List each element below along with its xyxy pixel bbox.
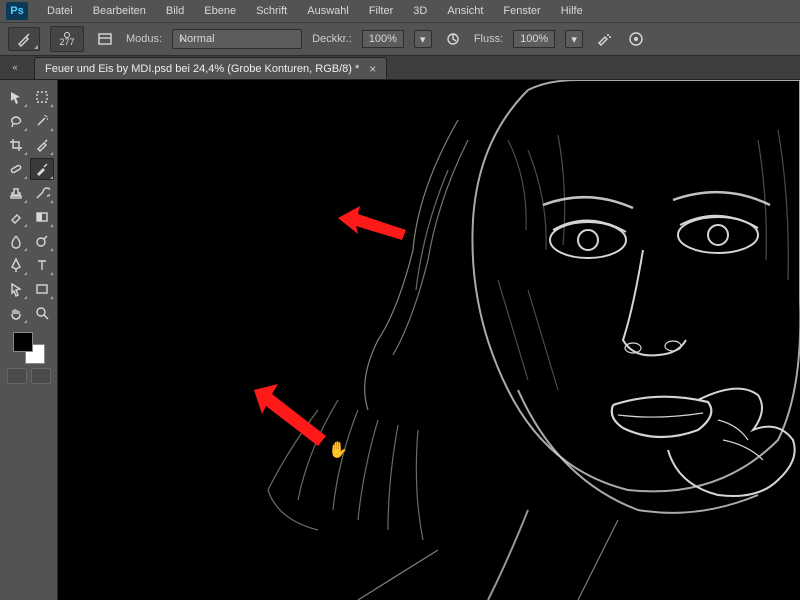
tablet-pressure-icon <box>445 31 461 47</box>
document-tab[interactable]: Feuer und Eis by MDI.psd bei 24,4% (Grob… <box>34 57 387 79</box>
menu-edit[interactable]: Bearbeiten <box>84 2 155 20</box>
menu-file[interactable]: Datei <box>38 2 82 20</box>
brush-icon <box>16 31 32 47</box>
flow-value: 100% <box>520 33 548 45</box>
tool-eraser[interactable] <box>4 206 28 228</box>
menu-view[interactable]: Ansicht <box>438 2 492 20</box>
tool-eyedropper[interactable] <box>30 134 54 156</box>
blend-mode-label: Modus: <box>126 33 162 45</box>
brush-icon <box>34 161 50 177</box>
quick-mask-toggle[interactable] <box>7 368 27 384</box>
wand-icon <box>34 113 50 129</box>
tool-gradient[interactable] <box>30 206 54 228</box>
arrow-cursor-icon <box>8 281 24 297</box>
menu-filter[interactable]: Filter <box>360 2 402 20</box>
tool-move[interactable] <box>4 86 28 108</box>
brush-panel-toggle-button[interactable] <box>94 28 116 50</box>
screen-mode-toggle[interactable] <box>31 368 51 384</box>
menu-image[interactable]: Bild <box>157 2 193 20</box>
menu-type[interactable]: Schrift <box>247 2 296 20</box>
dodge-icon <box>34 233 50 249</box>
crop-icon <box>8 137 24 153</box>
blend-mode-value: Normal <box>179 33 214 45</box>
collapse-panels-button[interactable]: « <box>8 60 22 74</box>
pen-icon <box>8 257 24 273</box>
stamp-icon <box>8 185 24 201</box>
tool-marquee[interactable] <box>30 86 54 108</box>
tool-crop[interactable] <box>4 134 28 156</box>
move-icon <box>8 89 24 105</box>
rectangle-icon <box>34 281 50 297</box>
chevron-down-icon: ▾ <box>179 35 183 44</box>
menu-3d[interactable]: 3D <box>404 2 436 20</box>
history-brush-icon <box>34 185 50 201</box>
tool-clone-stamp[interactable] <box>4 182 28 204</box>
marquee-icon <box>34 89 50 105</box>
tool-pen[interactable] <box>4 254 28 276</box>
opacity-value: 100% <box>369 33 397 45</box>
brush-size-picker[interactable]: 277 <box>50 26 84 52</box>
tool-zoom[interactable] <box>30 302 54 324</box>
document-canvas[interactable]: ✋ <box>58 80 800 600</box>
tool-type[interactable] <box>30 254 54 276</box>
menu-bar: Ps Datei Bearbeiten Bild Ebene Schrift A… <box>0 0 800 22</box>
menu-help[interactable]: Hilfe <box>552 2 592 20</box>
tool-path-select[interactable] <box>4 278 28 300</box>
app-logo-icon: Ps <box>6 2 28 20</box>
tool-magic-wand[interactable] <box>30 110 54 132</box>
airbrush-icon <box>596 31 612 47</box>
tool-spot-heal[interactable] <box>4 158 28 180</box>
chevron-down-icon: ▾ <box>420 33 426 46</box>
flow-label: Fluss: <box>474 33 503 45</box>
close-tab-button[interactable]: × <box>369 62 376 76</box>
foreground-color-swatch[interactable] <box>13 332 33 352</box>
brush-panel-icon <box>97 31 113 47</box>
document-tab-title: Feuer und Eis by MDI.psd bei 24,4% (Grob… <box>45 63 359 75</box>
tool-dodge[interactable] <box>30 230 54 252</box>
workspace: ✋ <box>0 80 800 600</box>
zoom-icon <box>34 305 50 321</box>
opacity-field[interactable]: 100% <box>362 30 404 48</box>
annotation-arrow <box>338 200 408 250</box>
chevron-down-icon: ▾ <box>571 33 577 46</box>
tool-lasso[interactable] <box>4 110 28 132</box>
droplet-icon <box>8 233 24 249</box>
opacity-dropdown-button[interactable]: ▾ <box>414 30 432 48</box>
target-icon <box>628 31 644 47</box>
flow-dropdown-button[interactable]: ▾ <box>565 30 583 48</box>
annotation-arrow <box>250 380 330 450</box>
options-bar: 277 Modus: Normal ▾ Deckkr.: 100% ▾ Flus… <box>0 22 800 56</box>
pressure-size-toggle[interactable] <box>625 28 647 50</box>
pressure-opacity-toggle[interactable] <box>442 28 464 50</box>
tool-brush[interactable] <box>30 158 54 180</box>
flow-field[interactable]: 100% <box>513 30 555 48</box>
tool-shape[interactable] <box>30 278 54 300</box>
brush-size-value: 277 <box>59 38 74 47</box>
menu-window[interactable]: Fenster <box>494 2 549 20</box>
tool-history-brush[interactable] <box>30 182 54 204</box>
hand-cursor-icon: ✋ <box>328 440 348 460</box>
eyedropper-icon <box>34 137 50 153</box>
gradient-icon <box>34 209 50 225</box>
bandage-icon <box>8 161 24 177</box>
hand-icon <box>8 305 24 321</box>
menu-select[interactable]: Auswahl <box>298 2 358 20</box>
tool-hand[interactable] <box>4 302 28 324</box>
tool-blur[interactable] <box>4 230 28 252</box>
document-tab-bar: « Feuer und Eis by MDI.psd bei 24,4% (Gr… <box>0 56 800 80</box>
opacity-label: Deckkr.: <box>312 33 352 45</box>
airbrush-toggle[interactable] <box>593 28 615 50</box>
eraser-icon <box>8 209 24 225</box>
current-tool-preset[interactable] <box>8 27 40 51</box>
lasso-icon <box>8 113 24 129</box>
canvas-artwork <box>58 80 800 600</box>
type-icon <box>34 257 50 273</box>
menu-layer[interactable]: Ebene <box>195 2 245 20</box>
color-swatches[interactable] <box>13 332 45 364</box>
tool-panel <box>0 80 58 600</box>
blend-mode-dropdown[interactable]: Normal ▾ <box>172 29 302 49</box>
